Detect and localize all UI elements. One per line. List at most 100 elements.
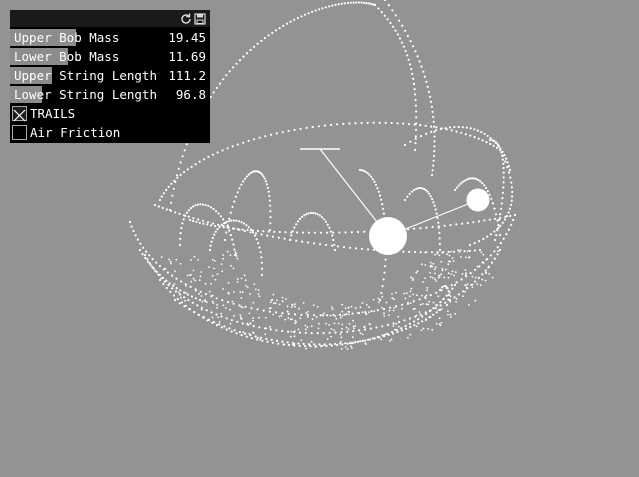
trail-dot xyxy=(415,325,418,328)
trail-dot xyxy=(392,322,395,325)
slider-lower-string-length[interactable]: Lower String Length 96.8 xyxy=(10,86,210,103)
trail-dot xyxy=(419,135,423,138)
trail-dot xyxy=(280,314,283,317)
trail-dot xyxy=(301,231,305,234)
trail-dot xyxy=(340,331,343,334)
trail-dot xyxy=(278,303,281,306)
trail-dot xyxy=(352,1,355,4)
trail-dot xyxy=(438,237,441,240)
trail-dot xyxy=(168,282,171,285)
trail-dot xyxy=(432,313,435,316)
trail-dot xyxy=(346,1,349,5)
trail-dot xyxy=(194,279,197,282)
trail-dot xyxy=(457,184,460,187)
trail-dot xyxy=(434,208,437,211)
trail-dot xyxy=(354,341,356,344)
trail-dot xyxy=(314,9,317,12)
trail-dot xyxy=(477,178,480,182)
trail-dot xyxy=(240,277,243,280)
trail-dot xyxy=(507,171,511,174)
trail-dot xyxy=(194,163,197,166)
trail-dot xyxy=(461,126,464,129)
trail-dot xyxy=(496,229,499,232)
trail-dot xyxy=(368,323,371,325)
trail-dot xyxy=(479,180,482,183)
trail-dot xyxy=(231,300,234,303)
trail-dot xyxy=(498,248,502,252)
trail-dot xyxy=(382,207,385,210)
trail-dot xyxy=(414,137,417,140)
trail-dot xyxy=(407,336,409,339)
save-icon[interactable] xyxy=(193,11,207,25)
trail-dot xyxy=(430,173,434,177)
trail-dot xyxy=(466,250,469,253)
trail-dot xyxy=(372,298,375,301)
trail-dot xyxy=(434,253,436,256)
trail-dot xyxy=(223,238,227,242)
trail-dot xyxy=(425,80,428,83)
trail-dot xyxy=(432,277,434,279)
trail-dot xyxy=(510,181,513,184)
trail-dot xyxy=(497,250,500,253)
trail-dot xyxy=(269,325,271,328)
trail-dot xyxy=(465,178,468,181)
slider-label: Lower Bob Mass xyxy=(14,49,120,64)
trail-dot xyxy=(438,243,441,246)
trail-dot xyxy=(257,289,260,291)
toggle-air-friction[interactable]: Air Friction xyxy=(10,124,210,141)
trail-dot xyxy=(351,342,353,345)
trail-dot xyxy=(132,229,135,233)
trail-dot xyxy=(448,126,452,129)
trail-dot xyxy=(450,316,452,318)
upper-bob[interactable] xyxy=(369,217,407,255)
trail-dot xyxy=(501,158,504,161)
trail-dot xyxy=(260,273,264,277)
trail-dot xyxy=(324,243,328,247)
trail-dot xyxy=(380,11,383,14)
trail-dot xyxy=(253,234,257,237)
trail-dot xyxy=(283,343,286,346)
trail-dot xyxy=(178,293,182,296)
slider-upper-string-length[interactable]: Upper String Length 111.2 xyxy=(10,67,210,84)
trail-dot xyxy=(484,269,487,272)
trail-dot xyxy=(202,158,206,161)
trail-dot xyxy=(158,198,162,202)
trail-dot xyxy=(192,269,195,272)
trail-dot xyxy=(264,135,267,138)
trail-dot xyxy=(212,321,216,324)
trail-dot xyxy=(284,231,287,234)
trail-dot xyxy=(144,256,147,260)
trail-dot xyxy=(278,230,281,234)
trail-dot xyxy=(499,147,502,150)
trail-dot xyxy=(293,18,296,21)
trail-dot xyxy=(344,307,347,310)
slider-lower-bob-mass[interactable]: Lower Bob Mass 11.69 xyxy=(10,48,210,65)
toggle-trails[interactable]: TRAILS xyxy=(10,105,210,122)
trail-dot xyxy=(471,283,474,286)
trail-dot xyxy=(409,325,412,329)
trail-dot xyxy=(499,213,502,216)
air-friction-checkbox[interactable] xyxy=(12,125,27,140)
refresh-icon[interactable] xyxy=(179,11,193,25)
trail-dot xyxy=(200,295,203,297)
trail-dot xyxy=(453,188,457,192)
trail-dot xyxy=(433,204,436,207)
trail-dot xyxy=(450,284,453,287)
trail-dot xyxy=(502,181,505,184)
trail-dot xyxy=(198,293,201,295)
toggle-label: TRAILS xyxy=(30,106,76,121)
trail-dot xyxy=(431,328,434,331)
trail-dot xyxy=(294,305,296,308)
trails-checkbox[interactable] xyxy=(12,106,27,122)
trail-dot xyxy=(312,304,315,307)
trail-dot xyxy=(378,121,381,124)
trail-dot xyxy=(211,153,215,156)
trail-dot xyxy=(442,298,444,301)
slider-upper-bob-mass[interactable]: Upper Bob Mass 19.45 xyxy=(10,29,210,46)
trail-dot xyxy=(306,326,309,328)
trail-dot xyxy=(275,339,279,342)
trail-dot xyxy=(141,253,144,256)
trail-dot xyxy=(165,286,168,290)
lower-bob[interactable] xyxy=(466,188,490,212)
trail-dot xyxy=(447,263,450,266)
